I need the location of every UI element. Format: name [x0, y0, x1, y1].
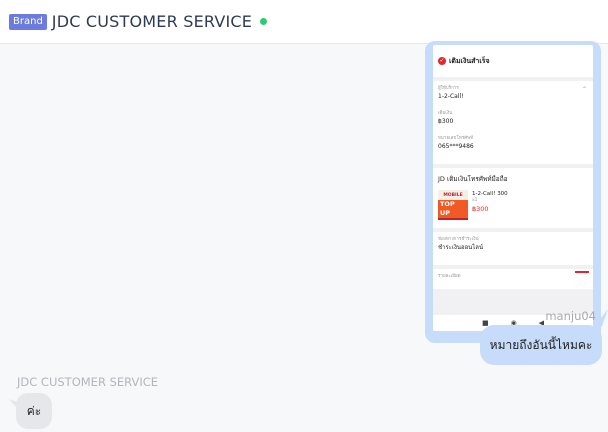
image-message-bubble[interactable]: ✓ เติมเงินสำเร็จ ผู้ให้บริการ 1-2-Call! …	[425, 41, 601, 343]
detail-field: เติมเงิน ฿300	[438, 111, 454, 125]
outgoing-message-bubble[interactable]: หมายถึงอันนี้ไหมคะ	[480, 325, 602, 365]
topup-success-card: ✓ เติมเงินสำเร็จ	[433, 45, 593, 77]
brand-badge: Brand	[9, 13, 47, 30]
chat-title: JDC CUSTOMER SERVICE	[51, 12, 253, 31]
product-price: ฿300	[472, 205, 489, 213]
product-card: JD เติมเงินโทรศัพท์มือถือ MOBILE TOP UP …	[433, 168, 593, 228]
incoming-sender-name: JDC CUSTOMER SERVICE	[17, 375, 159, 389]
chat-header: Brand JDC CUSTOMER SERVICE	[0, 0, 608, 44]
chat-messages[interactable]: ✓ เติมเงินสำเร็จ ผู้ให้บริการ 1-2-Call! …	[0, 41, 608, 432]
chevron-up-icon: ⌃	[581, 86, 587, 93]
topup-screenshot-image[interactable]: ✓ เติมเงินสำเร็จ ผู้ให้บริการ 1-2-Call! …	[433, 45, 593, 331]
payment-card: ช่องทางการชำระเงิน ชำระเงินออนไลน์	[433, 232, 593, 265]
next-card: รายละเอียด	[433, 269, 593, 289]
success-text: เติมเงินสำเร็จ	[449, 56, 490, 65]
outgoing-sender-name: manju04	[545, 309, 596, 323]
section-title: JD เติมเงินโทรศัพท์มือถือ	[438, 175, 508, 183]
red-indicator	[575, 271, 589, 273]
detail-field: หมายเลขโทรศัพท์ 065***9486	[438, 136, 474, 150]
incoming-message-bubble[interactable]: ค่ะ	[16, 393, 52, 429]
detail-field: ช่องทางการชำระเงิน ชำระเงินออนไลน์	[438, 237, 484, 251]
topup-product-image: MOBILE TOP UP	[438, 190, 468, 220]
check-icon: ✓	[438, 57, 446, 65]
detail-field: ผู้ให้บริการ 1-2-Call! ⌃	[438, 86, 587, 100]
online-status-icon	[260, 18, 268, 25]
product-name: 1-2-Call! 300	[472, 191, 508, 197]
topup-details-card: ผู้ให้บริการ 1-2-Call! ⌃ เติมเงิน ฿300 ห…	[433, 81, 593, 164]
